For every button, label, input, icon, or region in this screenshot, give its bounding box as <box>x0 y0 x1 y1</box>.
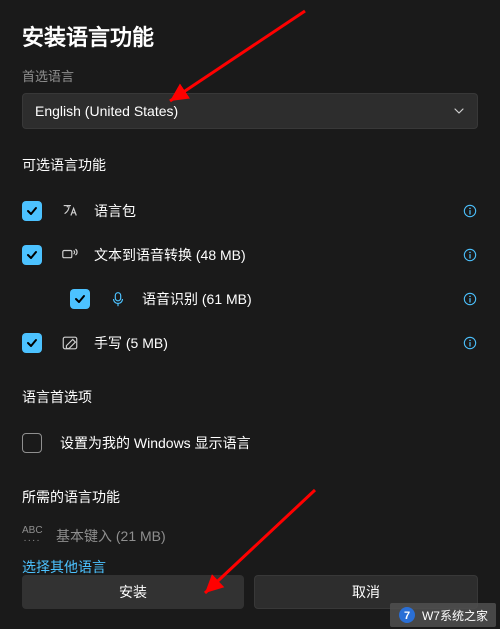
svg-text:7: 7 <box>404 610 410 622</box>
language-prefs-heading: 语言首选项 <box>22 387 478 407</box>
prefs-row-display-language: 设置为我的 Windows 显示语言 <box>22 421 478 465</box>
preferred-language-label: 首选语言 <box>22 66 478 85</box>
checkbox-display-language[interactable] <box>22 433 42 453</box>
language-dropdown[interactable]: English (United States) <box>22 93 478 129</box>
install-button[interactable]: 安装 <box>22 575 244 609</box>
chevron-down-icon <box>453 105 465 117</box>
info-icon[interactable] <box>462 247 478 263</box>
prefs-label: 设置为我的 Windows 显示语言 <box>60 433 251 453</box>
checkbox-handwriting[interactable] <box>22 333 42 353</box>
handwriting-icon <box>60 333 80 353</box>
checkbox-language-pack[interactable] <box>22 201 42 221</box>
optional-features-heading: 可选语言功能 <box>22 155 478 175</box>
watermark-logo-icon: 7 <box>398 606 416 624</box>
dialog-title: 安装语言功能 <box>22 20 478 52</box>
required-row-basic-typing: ABC···· 基本键入 (21 MB) <box>22 521 478 551</box>
required-label: 基本键入 (21 MB) <box>56 526 166 546</box>
feature-row-handwriting: 手写 (5 MB) <box>22 321 478 365</box>
feature-row-speech: 语音识别 (61 MB) <box>22 277 478 321</box>
install-language-dialog: 安装语言功能 首选语言 English (United States) 可选语言… <box>0 0 500 629</box>
basic-typing-icon: ABC···· <box>22 526 42 546</box>
info-icon[interactable] <box>462 291 478 307</box>
choose-other-language-link[interactable]: 选择其他语言 <box>22 557 106 577</box>
language-pack-icon <box>60 201 80 221</box>
checkbox-speech[interactable] <box>70 289 90 309</box>
checkbox-tts[interactable] <box>22 245 42 265</box>
dropdown-value: English (United States) <box>35 103 178 119</box>
feature-label: 语音识别 (61 MB) <box>142 289 252 309</box>
speech-icon <box>108 289 128 309</box>
feature-label: 文本到语音转换 (48 MB) <box>94 245 246 265</box>
feature-label: 语言包 <box>94 201 136 221</box>
install-button-label: 安装 <box>119 582 147 602</box>
required-features-heading: 所需的语言功能 <box>22 487 478 507</box>
watermark: 7 W7系统之家 <box>390 603 496 627</box>
info-icon[interactable] <box>462 335 478 351</box>
feature-row-tts: 文本到语音转换 (48 MB) <box>22 233 478 277</box>
tts-icon <box>60 245 80 265</box>
cancel-button-label: 取消 <box>352 582 380 602</box>
watermark-text: W7系统之家 <box>422 607 488 624</box>
feature-row-language-pack: 语言包 <box>22 189 478 233</box>
info-icon[interactable] <box>462 203 478 219</box>
feature-label: 手写 (5 MB) <box>94 333 168 353</box>
